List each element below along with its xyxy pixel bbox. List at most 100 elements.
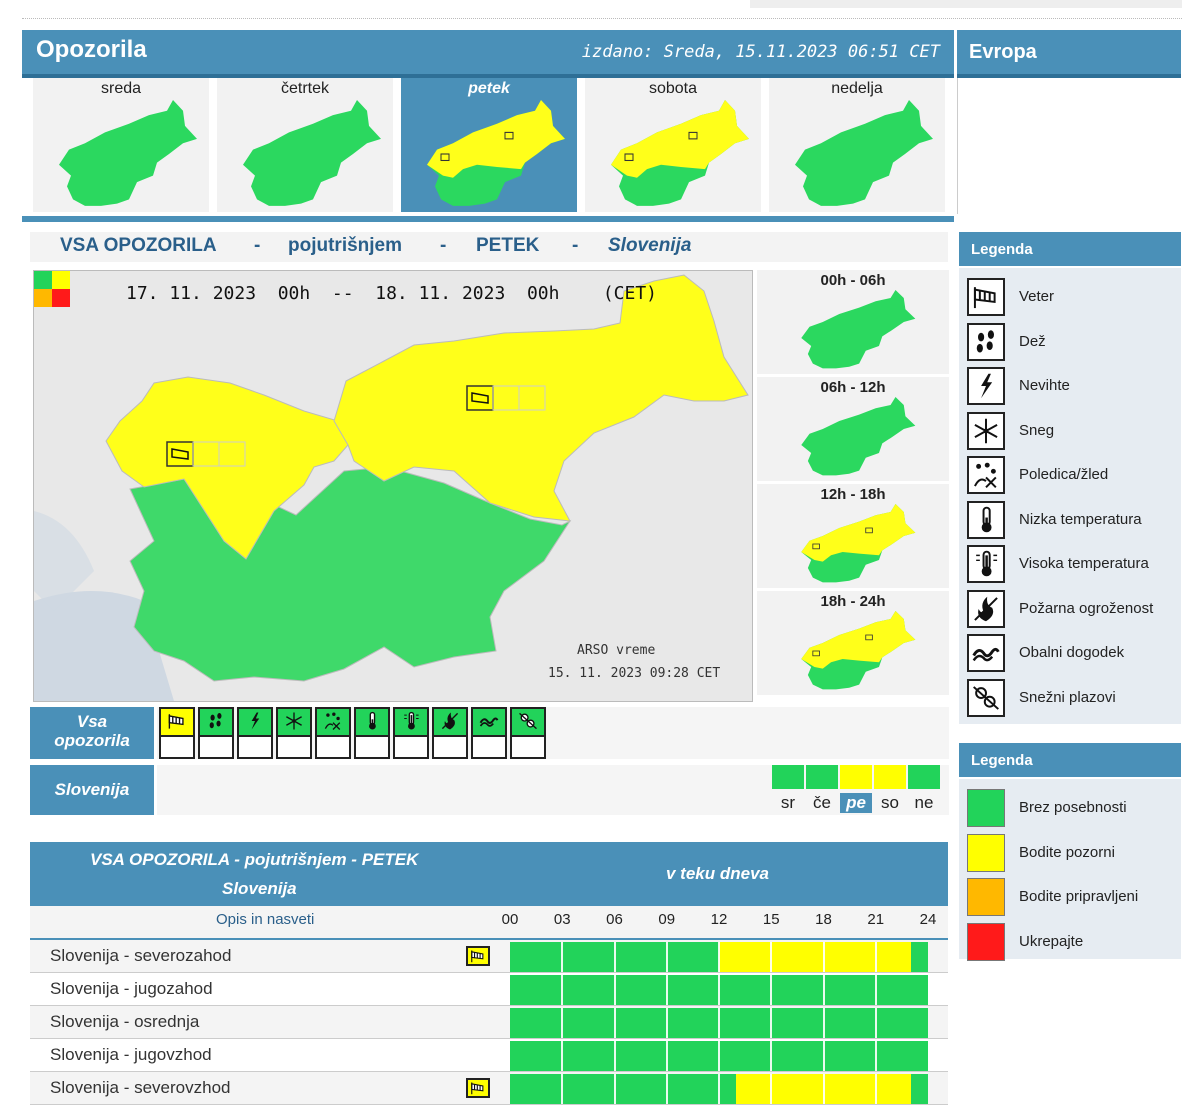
period-card[interactable]: 18h - 24h [757, 591, 949, 695]
day-abbr[interactable]: ne [908, 793, 940, 813]
timeline-gridline [665, 1041, 668, 1071]
legend-hazard-label: Nevihte [1019, 377, 1070, 394]
timeline-gridline [613, 942, 616, 972]
legend-level-item: Bodite pozorni [959, 832, 1181, 876]
map-credit: ARSO vreme [577, 643, 656, 658]
day-level-square[interactable] [908, 765, 940, 789]
legend-hazard-item: Nevihte [959, 365, 1181, 409]
period-label: 18h - 24h [820, 593, 886, 610]
period-label: 06h - 12h [820, 379, 886, 396]
timeline-gridline [665, 942, 668, 972]
all-warnings-label[interactable]: Vsa opozorila [30, 707, 154, 759]
period-card[interactable]: 00h - 06h [757, 270, 949, 374]
high-temperature-icon-button[interactable] [393, 707, 429, 759]
rain-icon-button[interactable] [198, 707, 234, 759]
description-link[interactable]: Opis in nasveti [216, 911, 314, 928]
legend-levels-header: Legenda [959, 743, 1181, 777]
day-abbr[interactable]: sr [772, 793, 804, 813]
table-row[interactable]: Slovenija - osrednja [30, 1006, 948, 1039]
europe-link[interactable]: Evropa [969, 41, 1037, 64]
legend-hazard-item: Sneg [959, 410, 1181, 454]
timeline-gridline [822, 942, 825, 972]
section-title: VSA OPOZORILA - pojutrišnjem - PETEK - S… [30, 232, 948, 262]
table-row[interactable]: Slovenija - severovzhod [30, 1072, 948, 1105]
wind-icon [967, 278, 1005, 316]
day-level-square[interactable] [874, 765, 906, 789]
timeline-gridline [665, 1074, 668, 1104]
day-card-2[interactable]: petek [401, 78, 577, 212]
table-row[interactable]: Slovenija - severozahod [30, 940, 948, 973]
coastal-icon-button[interactable] [471, 707, 507, 759]
table-header: VSA OPOZORILA - pojutrišnjem - PETEK Slo… [30, 842, 948, 906]
thunderstorm-icon-button[interactable] [237, 707, 273, 759]
hour-tick: 21 [867, 911, 885, 928]
coastal-icon [967, 634, 1005, 672]
ice-icon-button[interactable] [315, 707, 351, 759]
day-abbr[interactable]: so [874, 793, 906, 813]
legend-level-label: Bodite pripravljeni [1019, 888, 1139, 905]
slovenia-label-text: Slovenija [54, 780, 130, 799]
table-subheader: Opis in nasveti 00 03 06 09 12 15 18 21 24 [30, 906, 948, 940]
day-level-square[interactable] [772, 765, 804, 789]
timeline-gridline [874, 975, 877, 1005]
low-temperature-icon-button[interactable] [354, 707, 390, 759]
section-title-day: PETEK [476, 235, 540, 256]
avalanche-icon [519, 712, 537, 730]
day-map-thumbnail [611, 100, 749, 206]
top-strip [22, 0, 1182, 19]
main-warning-map[interactable]: 17. 11. 2023 00h -- 18. 11. 2023 00h (CE… [33, 270, 753, 702]
table-row[interactable]: Slovenija - jugovzhod [30, 1039, 948, 1072]
timeline-gridline [822, 1008, 825, 1038]
legend-hazard-label: Obalni dogodek [1019, 644, 1125, 661]
timeline-gridline [770, 975, 773, 1005]
timeline-gridline [874, 1074, 877, 1104]
section-sep: - [254, 235, 261, 256]
day-level-square[interactable] [806, 765, 838, 789]
timeline-bar [510, 1008, 928, 1038]
timeline-bar [510, 1041, 928, 1071]
coastal-icon [479, 717, 499, 727]
wind-icon-button[interactable] [159, 707, 195, 759]
table-row[interactable]: Slovenija - jugozahod [30, 973, 948, 1006]
timeline-bar [510, 975, 928, 1005]
wind-icon [466, 1078, 490, 1098]
hour-tick: 00 [501, 911, 519, 928]
day-card-label: sreda [100, 80, 142, 97]
day-card-1[interactable]: četrtek [217, 78, 393, 212]
period-card[interactable]: 06h - 12h [757, 377, 949, 481]
divider [22, 216, 954, 222]
europe-header[interactable]: Evropa [957, 30, 1181, 78]
day-card-3[interactable]: sobota [585, 78, 761, 212]
day-map-thumbnail [243, 100, 381, 206]
snow-icon-button[interactable] [276, 707, 312, 759]
europe-panel [957, 78, 1182, 214]
wind-icon [168, 714, 184, 729]
legend-hazard-label: Požarna ogroženost [1019, 599, 1154, 617]
timeline-gridline [665, 975, 668, 1005]
timeline-gridline [613, 1074, 616, 1104]
legend-hazard-label: Nizka temperatura [1019, 510, 1142, 528]
day-abbr[interactable]: če [806, 793, 838, 813]
legend-hazard-item: Dež [959, 321, 1181, 365]
legend-level-item: Bodite pripravljeni [959, 876, 1181, 920]
day-level-square[interactable] [840, 765, 872, 789]
legend-level-swatch [967, 833, 1005, 872]
timeline-gridline [718, 942, 720, 972]
timeline-gridline [613, 1041, 616, 1071]
high-temperature-icon [967, 545, 1005, 583]
legend-hazard-item: Snežni plazovi [959, 677, 1181, 721]
fire-icon-button[interactable] [432, 707, 468, 759]
legend-hazard-label: Poledica/žled [1019, 466, 1109, 483]
avalanche-icon-button[interactable] [510, 707, 546, 759]
day-card-4[interactable]: nedelja [769, 78, 945, 212]
map-credit-time: 15. 11. 2023 09:28 CET [548, 666, 721, 681]
section-title-when: pojutrišnjem [288, 235, 403, 256]
issued-timestamp: izdano: Sreda, 15.11.2023 06:51 CET [581, 42, 940, 62]
period-card[interactable]: 12h - 18h [757, 484, 949, 588]
fire-icon [967, 589, 1005, 628]
day-abbr[interactable]: pe [840, 793, 872, 813]
timeline-gridline [822, 1074, 825, 1104]
day-card-0[interactable]: sreda [33, 78, 209, 212]
slovenia-label[interactable]: Slovenija [30, 765, 154, 815]
period-label: 12h - 18h [820, 486, 886, 503]
